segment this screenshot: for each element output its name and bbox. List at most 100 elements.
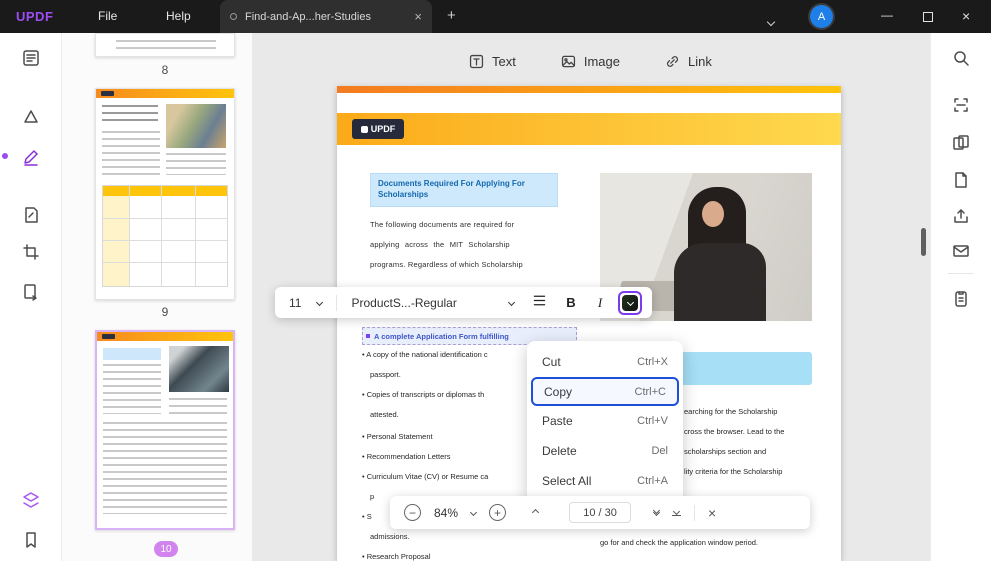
- thumbnail-art: [161, 186, 162, 286]
- doc-line: attested.: [370, 410, 399, 419]
- thumbnail-art: [102, 185, 228, 287]
- menu-label: Copy: [544, 384, 573, 399]
- page-top-stripe: [337, 86, 841, 93]
- selected-bullet: [366, 334, 370, 338]
- minimize-button[interactable]: —: [881, 8, 893, 22]
- thumbnail-art: [195, 186, 196, 286]
- thumbnail-art: [129, 186, 130, 286]
- page-8-number: 8: [161, 63, 169, 77]
- photo-face-shape: [702, 201, 724, 227]
- page-logo-glyph: [360, 125, 368, 133]
- menu-shortcut: Ctrl+X: [637, 356, 668, 368]
- ocr-icon[interactable]: [949, 93, 973, 117]
- canvas-scrollbar-thumb[interactable]: [921, 228, 926, 256]
- link-tool-button[interactable]: Link: [664, 53, 712, 70]
- bookmark-icon[interactable]: [19, 528, 43, 552]
- thumbnail-art: [169, 398, 227, 414]
- doc-line: admissions.: [370, 532, 410, 541]
- thumbnail-art: [103, 218, 227, 219]
- titlebar: UPDF File Help Find-and-Ap...her-Studies…: [0, 0, 991, 33]
- scroll-down-button[interactable]: [652, 506, 661, 516]
- help-menu[interactable]: Help: [166, 9, 191, 23]
- close-toolbar-button[interactable]: ×: [708, 505, 716, 521]
- zoom-dropdown-chevron-icon[interactable]: [469, 508, 478, 517]
- search-icon[interactable]: [949, 46, 973, 70]
- doc-line: p: [370, 492, 375, 501]
- tab-list-chevron-icon[interactable]: [766, 12, 776, 30]
- chevron-down-icon: [626, 298, 634, 307]
- file-menu[interactable]: File: [98, 9, 117, 23]
- menu-item-paste[interactable]: Paste Ctrl+V: [527, 406, 683, 436]
- crop-icon[interactable]: [19, 240, 43, 264]
- link-tool-label: Link: [687, 53, 712, 69]
- document-tab[interactable]: Find-and-Ap...her-Studies ×: [220, 0, 432, 33]
- font-size-value: 11: [289, 295, 302, 310]
- extract-page-icon[interactable]: [949, 168, 973, 192]
- font-color-swatch: [622, 294, 638, 311]
- tab-close-icon[interactable]: ×: [414, 10, 422, 23]
- avatar[interactable]: A: [810, 5, 833, 28]
- chevron-down-icon: [507, 298, 516, 307]
- active-tool-indicator: [2, 153, 8, 159]
- thumbnail-art: [103, 348, 161, 360]
- menu-item-copy[interactable]: Copy Ctrl+C: [531, 377, 679, 406]
- new-tab-button[interactable]: +: [447, 7, 456, 24]
- doc-line: • Curriculum Vitae (CV) or Resume ca: [362, 472, 489, 481]
- doc-line: • Recommendation Letters: [362, 452, 451, 461]
- zoom-in-button[interactable]: +: [489, 504, 507, 521]
- doc-line: go for and check the application window …: [600, 538, 759, 547]
- intro-line: applying across the MIT Scholarship: [370, 240, 510, 249]
- compare-icon[interactable]: [949, 131, 973, 155]
- email-icon[interactable]: [949, 239, 973, 263]
- image-tool-button[interactable]: Image: [560, 53, 620, 70]
- intro-line: programs. Regardless of which Scholarshi…: [370, 260, 523, 269]
- toolbar-divider: [694, 504, 696, 521]
- window-close-button[interactable]: ×: [962, 8, 970, 24]
- previous-page-button[interactable]: [531, 508, 540, 517]
- image-tool-label: Image: [583, 53, 620, 69]
- page-9-thumbnail[interactable]: [95, 88, 235, 300]
- edit-toolbar: Text Image Link: [468, 45, 712, 77]
- right-sidebar: [930, 33, 991, 561]
- zoom-out-button[interactable]: −: [404, 504, 421, 521]
- italic-button[interactable]: I: [592, 295, 608, 311]
- intro-line: The following documents are required for: [370, 220, 515, 229]
- menu-item-delete[interactable]: Delete Del: [527, 436, 683, 466]
- thumbnail-art: [103, 364, 161, 414]
- reader-mode-icon[interactable]: [19, 46, 43, 70]
- menu-item-select-all[interactable]: Select All Ctrl+A: [527, 466, 683, 496]
- font-color-button[interactable]: [618, 290, 642, 315]
- edit-pdf-icon[interactable]: [19, 145, 43, 169]
- page-9-number: 9: [161, 305, 169, 319]
- thumbnail-art: [116, 40, 216, 49]
- organize-pages-icon[interactable]: [19, 280, 43, 304]
- thumbnail-art: [169, 346, 229, 392]
- tab-title: Find-and-Ap...her-Studies: [245, 10, 371, 23]
- zoom-level[interactable]: 84%: [434, 506, 458, 520]
- font-family-dropdown[interactable]: ProductS...-Regular: [347, 296, 518, 310]
- thumbnail-art: [102, 105, 158, 125]
- maximize-button[interactable]: [923, 12, 933, 22]
- last-page-button[interactable]: [672, 507, 682, 517]
- line-spacing-button[interactable]: [528, 292, 550, 314]
- attachment-icon[interactable]: [949, 287, 973, 311]
- tab-favicon-icon: [230, 13, 237, 20]
- comment-icon[interactable]: [19, 105, 43, 129]
- share-icon[interactable]: [949, 204, 973, 228]
- thumbnail-art: [103, 186, 227, 196]
- bold-button[interactable]: B: [560, 295, 582, 310]
- font-size-dropdown[interactable]: 11: [285, 296, 326, 310]
- page-indicator[interactable]: 10 / 30: [569, 502, 632, 523]
- menu-item-cut[interactable]: Cut Ctrl+X: [527, 347, 683, 377]
- fill-sign-icon[interactable]: [19, 203, 43, 227]
- doc-line: lity criteria for the Scholarship: [684, 467, 783, 476]
- page-10-thumbnail[interactable]: [95, 330, 235, 530]
- doc-line: • Copies of transcripts or diplomas th: [362, 390, 485, 399]
- text-tool-button[interactable]: Text: [468, 53, 516, 70]
- font-family-value: ProductS...-Regular: [351, 295, 457, 310]
- page-8-thumbnail[interactable]: [95, 33, 235, 57]
- thumbnail-panel: 8 9 10: [62, 33, 252, 561]
- thumbnail-art: [166, 104, 226, 148]
- selected-text: A complete Application Form fulfilling: [374, 331, 509, 341]
- ai-assistant-icon[interactable]: [19, 488, 43, 512]
